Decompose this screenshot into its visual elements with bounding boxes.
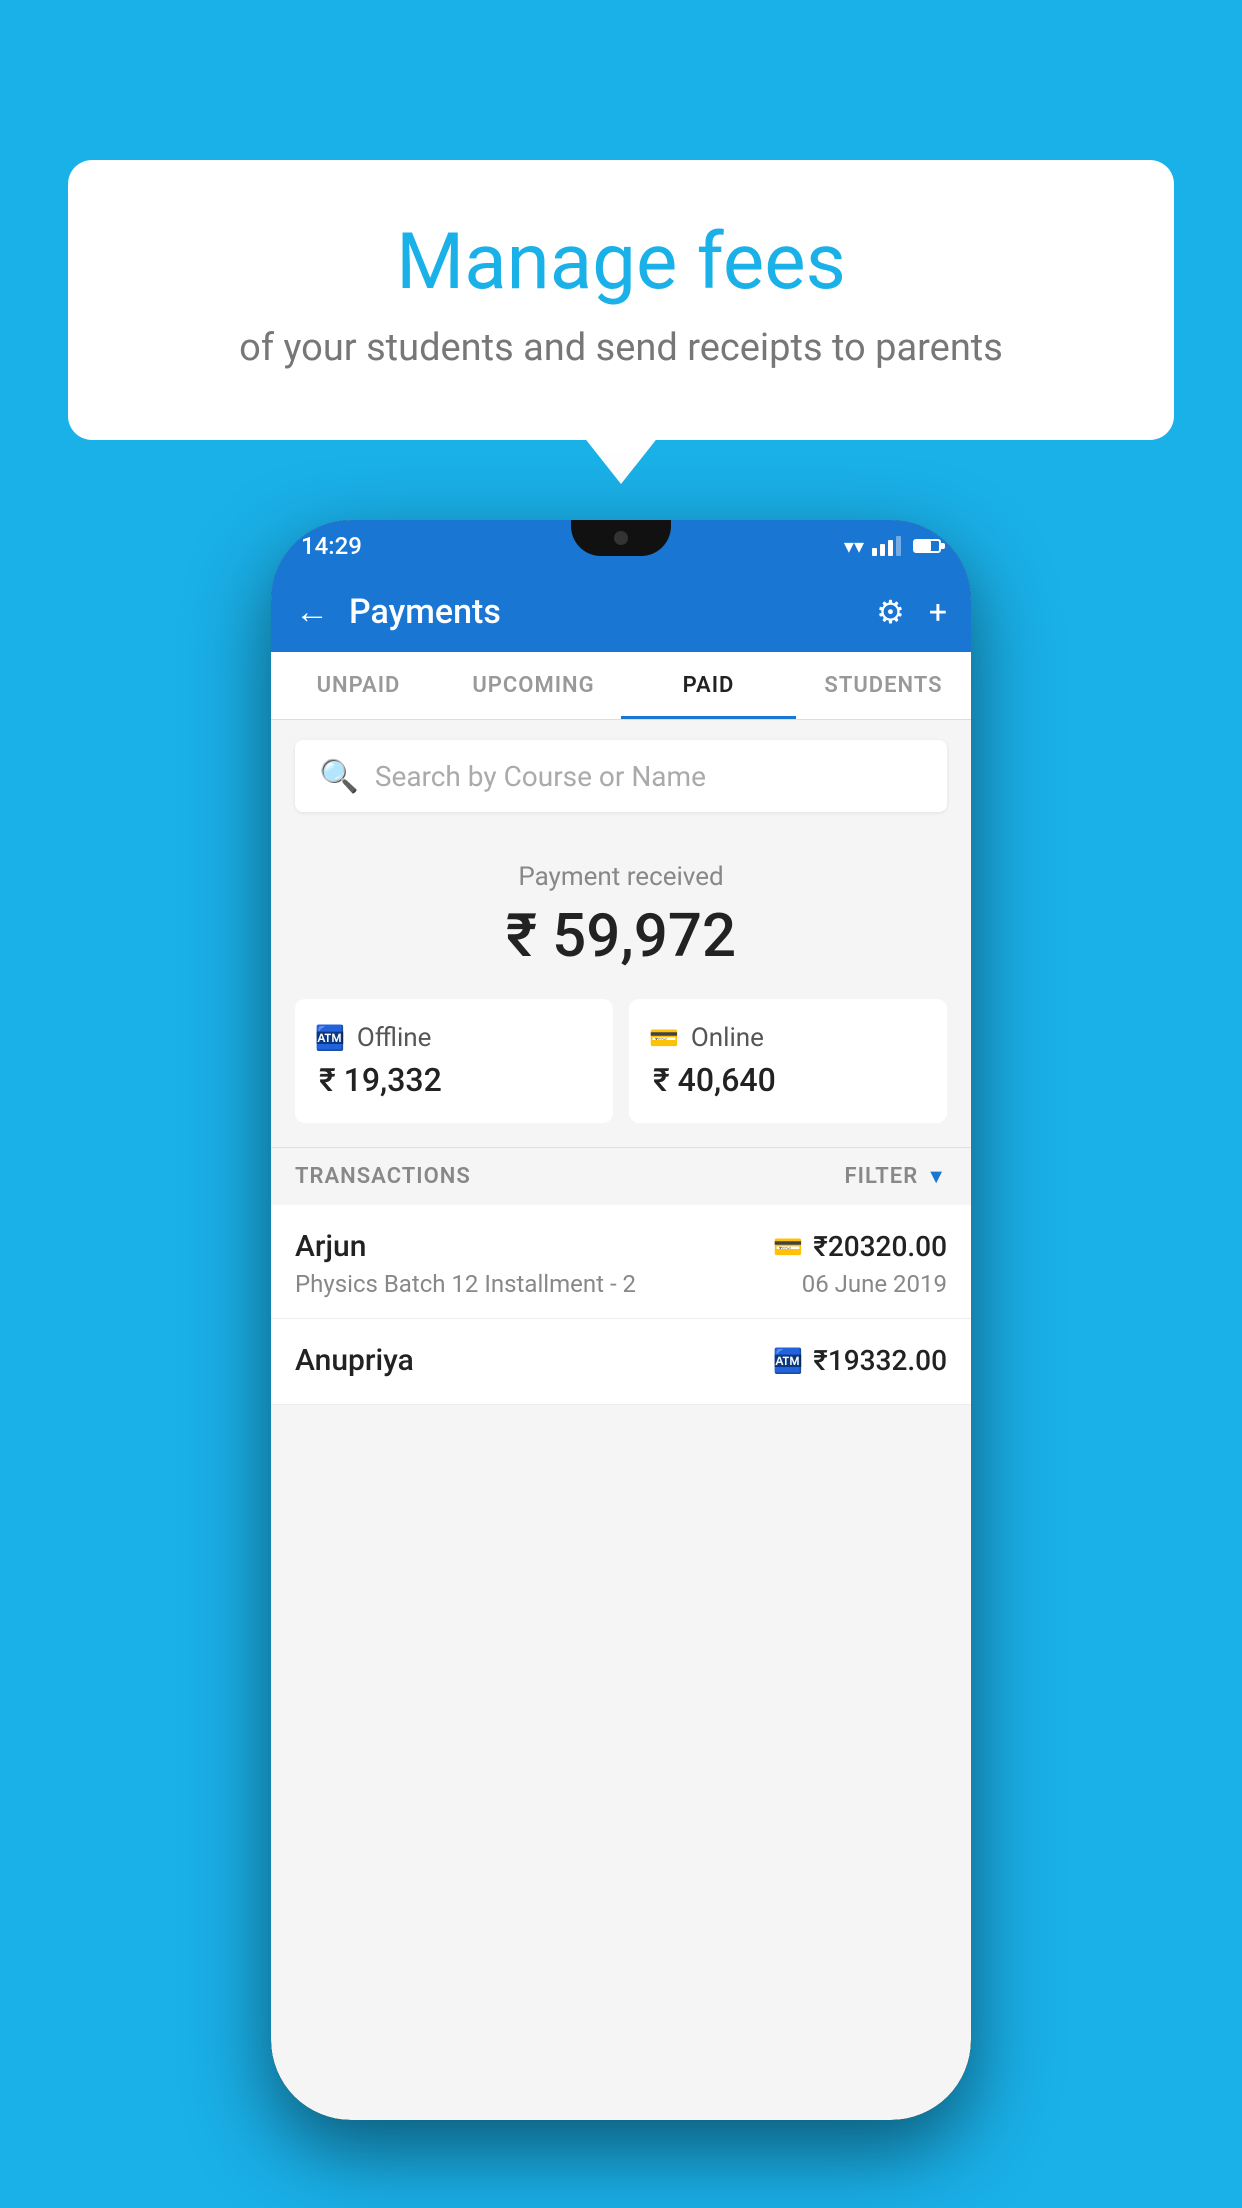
transaction-name: Anupriya	[295, 1343, 414, 1378]
offline-icon: 🏧	[315, 1024, 345, 1052]
tab-students[interactable]: STUDENTS	[796, 652, 971, 719]
battery-icon	[913, 539, 941, 553]
bar2	[880, 544, 885, 556]
search-icon: 🔍	[319, 757, 359, 795]
transaction-course: Physics Batch 12 Installment - 2	[295, 1270, 636, 1298]
bubble-title: Manage fees	[118, 220, 1124, 306]
transaction-top: Anupriya 🏧 ₹19332.00	[295, 1343, 947, 1378]
online-card-header: 💳 Online	[649, 1023, 927, 1053]
phone-device: 14:29 ▾▾ ←	[271, 520, 971, 2120]
wifi-icon: ▾▾	[844, 534, 864, 558]
tab-paid[interactable]: PAID	[621, 652, 796, 719]
phone-screen: 14:29 ▾▾ ←	[271, 520, 971, 2120]
search-bar[interactable]: 🔍 Search by Course or Name	[295, 740, 947, 812]
transaction-top: Arjun 💳 ₹20320.00	[295, 1229, 947, 1264]
offline-card: 🏧 Offline ₹ 19,332	[295, 999, 613, 1123]
online-icon: 💳	[649, 1024, 679, 1052]
bar4	[896, 536, 901, 556]
bar1	[872, 548, 877, 556]
transaction-amount-row: 🏧 ₹19332.00	[773, 1344, 947, 1377]
transaction-name: Arjun	[295, 1229, 366, 1264]
settings-icon[interactable]: ⚙	[876, 593, 905, 631]
transaction-amount: ₹19332.00	[813, 1344, 947, 1377]
transaction-type-icon: 🏧	[773, 1347, 803, 1375]
online-amount: ₹ 40,640	[649, 1061, 927, 1099]
tab-unpaid[interactable]: UNPAID	[271, 652, 446, 719]
app-header: ← Payments ⚙ +	[271, 572, 971, 652]
signal-icon	[872, 536, 901, 556]
filter-label: FILTER	[845, 1164, 919, 1189]
search-placeholder: Search by Course or Name	[375, 760, 706, 793]
notch	[571, 520, 671, 556]
tabs-bar: UNPAID UPCOMING PAID STUDENTS	[271, 652, 971, 720]
speech-bubble: Manage fees of your students and send re…	[68, 160, 1174, 440]
tab-upcoming[interactable]: UPCOMING	[446, 652, 621, 719]
payment-summary: Payment received ₹ 59,972 🏧 Offline ₹ 19…	[271, 832, 971, 1147]
payment-cards: 🏧 Offline ₹ 19,332 💳 Online ₹ 40,640	[295, 999, 947, 1123]
payment-total: ₹ 59,972	[295, 900, 947, 971]
transaction-row[interactable]: Arjun 💳 ₹20320.00 Physics Batch 12 Insta…	[271, 1205, 971, 1319]
add-icon[interactable]: +	[929, 593, 947, 631]
offline-amount: ₹ 19,332	[315, 1061, 593, 1099]
filter-icon: ▼	[926, 1164, 947, 1189]
transactions-label: TRANSACTIONS	[295, 1164, 471, 1189]
status-icons: ▾▾	[844, 534, 941, 558]
transaction-amount-row: 💳 ₹20320.00	[773, 1230, 947, 1263]
online-card: 💳 Online ₹ 40,640	[629, 999, 947, 1123]
bar3	[888, 540, 893, 556]
back-button[interactable]: ←	[295, 592, 329, 632]
transaction-amount: ₹20320.00	[813, 1230, 947, 1263]
offline-card-header: 🏧 Offline	[315, 1023, 593, 1053]
status-bar: 14:29 ▾▾	[271, 520, 971, 572]
header-title: Payments	[349, 592, 852, 632]
transactions-header: TRANSACTIONS FILTER ▼	[271, 1147, 971, 1205]
status-time: 14:29	[301, 532, 362, 560]
bubble-subtitle: of your students and send receipts to pa…	[118, 326, 1124, 370]
transaction-type-icon: 💳	[773, 1233, 803, 1261]
online-label: Online	[691, 1023, 764, 1053]
battery-fill	[915, 541, 931, 551]
search-container: 🔍 Search by Course or Name	[271, 720, 971, 832]
transaction-row[interactable]: Anupriya 🏧 ₹19332.00	[271, 1319, 971, 1405]
payment-received-label: Payment received	[295, 862, 947, 892]
transaction-bottom: Physics Batch 12 Installment - 2 06 June…	[295, 1270, 947, 1298]
camera	[614, 531, 628, 545]
transaction-date: 06 June 2019	[802, 1270, 947, 1298]
filter-button[interactable]: FILTER ▼	[845, 1164, 947, 1189]
offline-label: Offline	[357, 1023, 432, 1053]
transactions-list: Arjun 💳 ₹20320.00 Physics Batch 12 Insta…	[271, 1205, 971, 1405]
